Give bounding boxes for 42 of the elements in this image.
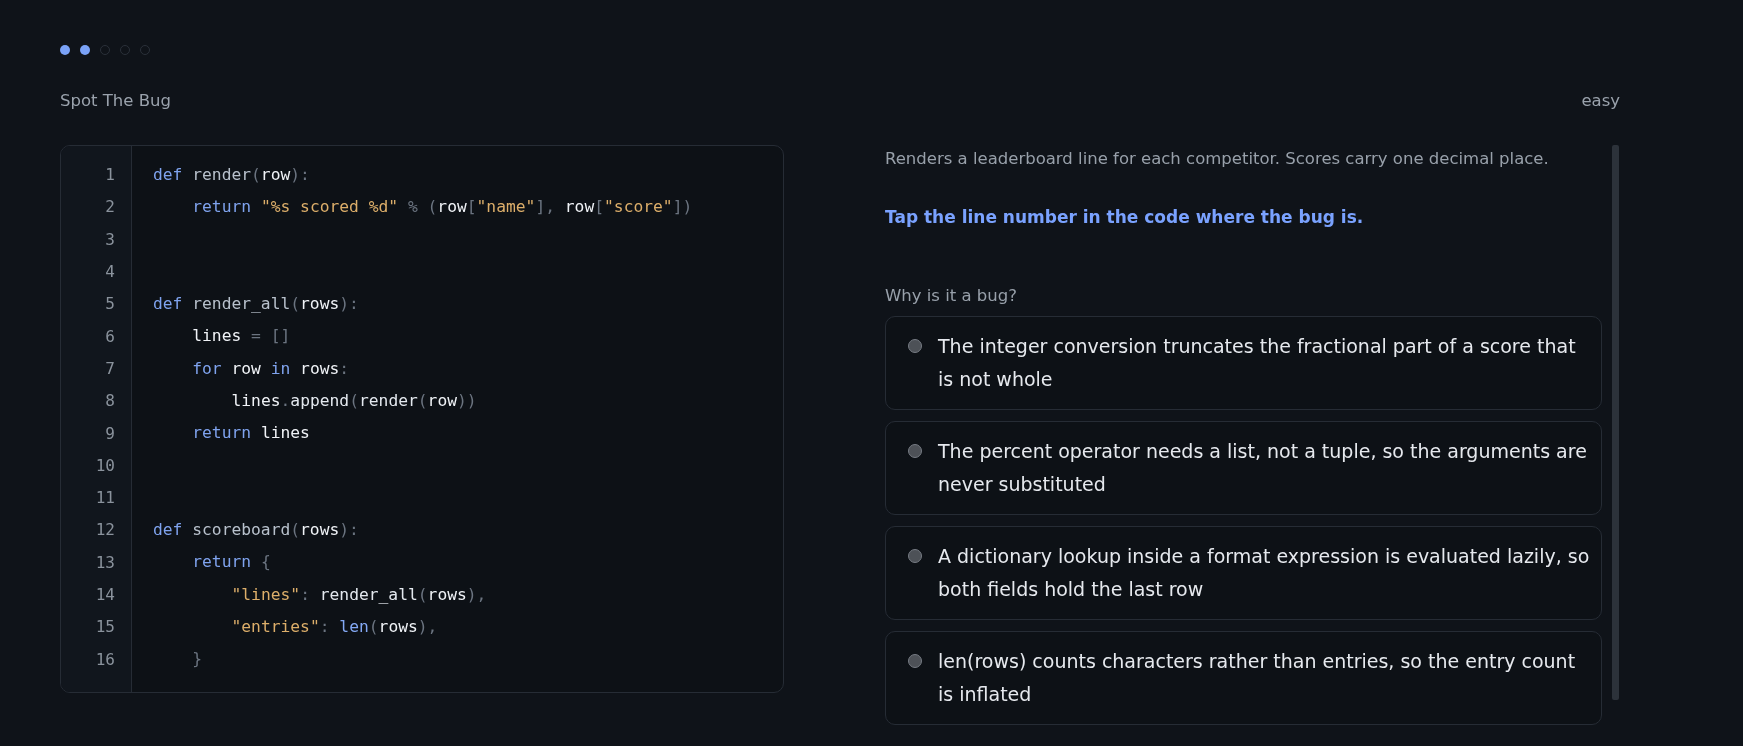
radio-button[interactable] [908,339,922,353]
line-number[interactable]: 8 [105,389,115,414]
code-line: return lines [192,422,310,445]
line-number[interactable]: 12 [95,518,115,543]
line-number[interactable]: 7 [105,356,115,381]
code-line: return "%s scored %d" % (row["name"], row["score"]) [192,196,693,219]
line-number[interactable]: 15 [95,615,115,640]
code-line: lines.append(render(row)) [231,390,477,412]
line-number[interactable]: 11 [95,486,115,511]
instruction-text: Tap the line number in the code where the bug is. [885,206,1365,229]
code-line: lines = [] [192,325,291,348]
radio-button[interactable] [908,444,922,458]
line-number[interactable]: 1 [105,163,115,188]
code-line: def scoreboard(rows): [153,519,359,542]
line-number[interactable]: 10 [95,453,115,478]
question-label: Why is it a bug? [885,285,1019,307]
line-number[interactable]: 2 [105,195,115,220]
code-line: "lines": render_all(rows), [231,583,487,606]
code-line: def render_all(rows): [153,293,359,316]
answer-option[interactable]: The integer conversion truncates the fractional part of a score that is not whole [885,316,1602,410]
problem-description: Renders a leaderboard line for each competitor. Scores carry one decimal place. [885,148,1550,170]
code-line: def render(row): [153,163,310,186]
line-number[interactable]: 6 [105,324,115,349]
code-line: for row in rows: [192,357,350,380]
line-number[interactable]: 5 [105,292,115,317]
scrollbar[interactable] [1612,145,1619,700]
answer-option[interactable]: len(rows) counts characters rather than entries, so the entry count is inflated [885,631,1602,725]
line-number[interactable]: 14 [95,583,115,607]
line-number[interactable]: 3 [105,227,115,252]
code-line: } [192,648,203,671]
answer-option[interactable]: The percent operator needs a list, not a tuple, so the arguments are never substituted [885,421,1602,515]
radio-button[interactable] [908,549,922,563]
code-line: "entries": len(rows), [231,616,438,639]
line-number[interactable]: 9 [105,421,115,446]
line-number[interactable]: 13 [95,550,115,575]
line-number[interactable]: 4 [105,260,115,285]
code-line: return { [192,551,271,574]
difficulty-label: easy [1581,89,1620,112]
radio-button[interactable] [908,654,922,668]
answer-option[interactable]: A dictionary lookup inside a format expression is evaluated lazily, so both fields hold the last row [885,526,1602,620]
exercise-title: Spot The Bug [60,89,171,112]
line-number[interactable]: 16 [95,647,115,672]
